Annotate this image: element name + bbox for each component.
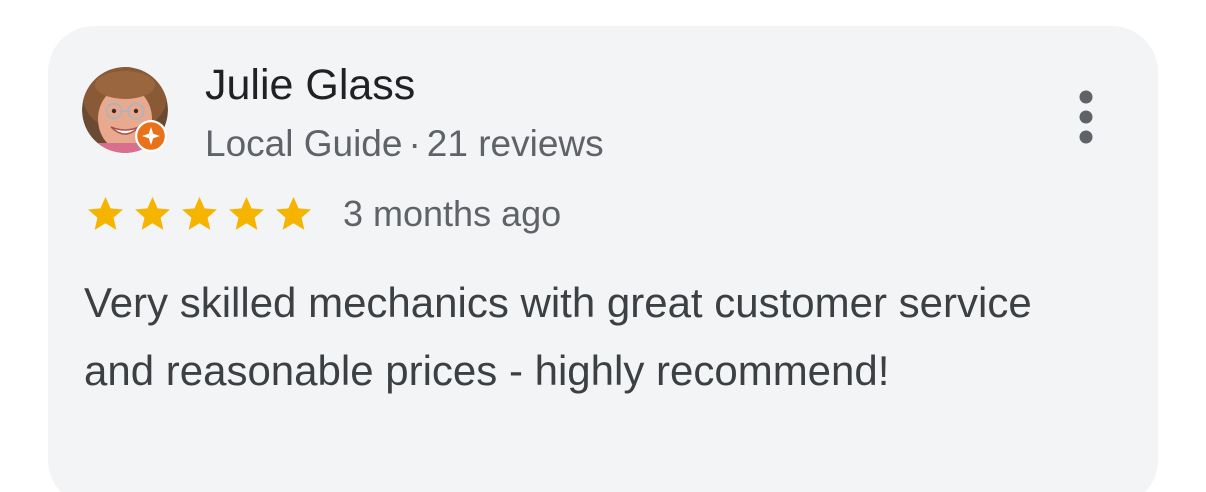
more-options-button[interactable] (1068, 88, 1104, 148)
review-text: Very skilled mechanics with great custom… (84, 279, 1032, 394)
star-rating (82, 193, 317, 235)
reviewer-meta: Local Guide · 21 reviews (205, 121, 604, 167)
more-vert-icon (1079, 90, 1093, 144)
star-icon (135, 196, 170, 230)
star-icon (182, 196, 217, 230)
reviewer-level: Local Guide (205, 123, 403, 164)
reviewer-avatar[interactable] (82, 67, 170, 155)
rating-row: 3 months ago (82, 192, 561, 236)
local-guide-badge-icon (135, 120, 167, 152)
star-icon (229, 196, 264, 230)
star-icon (88, 196, 123, 230)
star-icon (276, 196, 311, 230)
review-time: 3 months ago (343, 193, 562, 234)
review-count: 21 reviews (426, 123, 604, 164)
reviewer-name[interactable]: Julie Glass (205, 59, 415, 111)
meta-separator: · (408, 123, 421, 164)
